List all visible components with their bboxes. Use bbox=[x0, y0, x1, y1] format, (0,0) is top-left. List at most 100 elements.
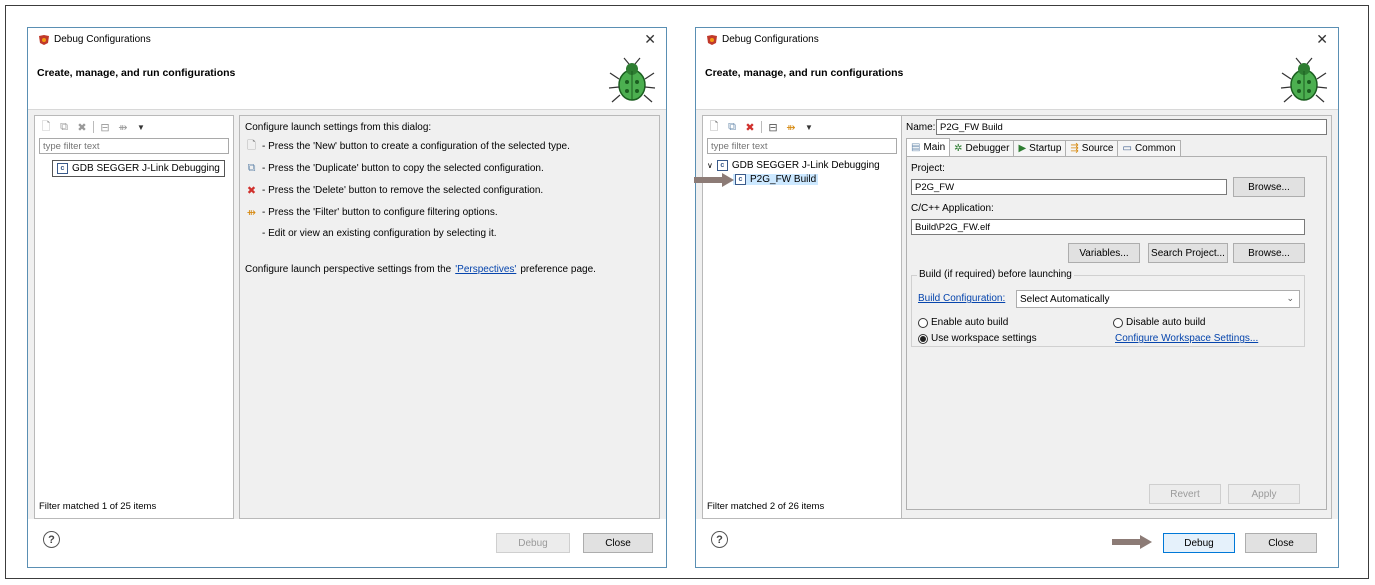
delete-icon[interactable]: ✖ bbox=[743, 120, 757, 134]
perspectives-link[interactable]: 'Perspectives' bbox=[455, 264, 516, 275]
tab-common[interactable]: ▭ Common bbox=[1117, 140, 1181, 156]
info-line-duplicate: ⧉ - Press the 'Duplicate' button to copy… bbox=[245, 162, 544, 175]
help-icon[interactable]: ? bbox=[43, 531, 60, 548]
toolbar-separator bbox=[761, 121, 762, 133]
project-field[interactable]: P2G_FW bbox=[911, 179, 1227, 195]
duplicate-icon[interactable]: ⧉ bbox=[57, 120, 71, 134]
c-config-icon: c bbox=[57, 163, 68, 174]
delete-icon: ✖ bbox=[246, 185, 257, 197]
debug-app-icon bbox=[39, 35, 49, 45]
radio-label: Disable auto build bbox=[1126, 317, 1206, 328]
debug-configurations-dialog-configured: Debug Configurations ✕ Create, manage, a… bbox=[695, 27, 1339, 568]
tab-label: Main bbox=[923, 142, 946, 153]
tree-item-p2g-fw-build[interactable]: c P2G_FW Build bbox=[733, 174, 819, 185]
info-line-filter: ⇻ - Press the 'Filter' button to configu… bbox=[245, 206, 498, 219]
variables-button[interactable]: Variables... bbox=[1068, 243, 1140, 263]
close-button[interactable]: Close bbox=[1245, 533, 1317, 553]
build-configuration-select[interactable]: Select Automatically ⌄ bbox=[1016, 290, 1300, 308]
dropdown-chevron-icon[interactable]: ▼ bbox=[134, 120, 148, 134]
browse-application-button[interactable]: Browse... bbox=[1233, 243, 1305, 263]
tab-label: Debugger bbox=[965, 143, 1010, 154]
new-config-icon[interactable]: 🗋 bbox=[707, 120, 721, 134]
tab-label: Source bbox=[1081, 143, 1114, 154]
filter-status: Filter matched 1 of 25 items bbox=[39, 501, 157, 512]
build-configuration-link[interactable]: Build Configuration: bbox=[918, 293, 1005, 304]
tab-label: Common bbox=[1134, 143, 1176, 154]
tab-debugger[interactable]: ✲ Debugger bbox=[949, 140, 1015, 156]
collapse-all-icon[interactable]: ⊟ bbox=[766, 120, 780, 134]
tree-item-gdb-segger[interactable]: ∨ c GDB SEGGER J-Link Debugging bbox=[707, 160, 880, 171]
dropdown-chevron-icon[interactable]: ▼ bbox=[802, 120, 816, 134]
tab-label: Startup bbox=[1029, 143, 1062, 154]
chevron-down-icon: ⌄ bbox=[1286, 293, 1294, 303]
apply-button[interactable]: Apply bbox=[1228, 484, 1300, 504]
search-project-button[interactable]: Search Project... bbox=[1148, 243, 1228, 263]
filter-input[interactable] bbox=[39, 138, 229, 154]
browse-project-button[interactable]: Browse... bbox=[1233, 177, 1305, 197]
tab-startup[interactable]: ▶ Startup bbox=[1013, 140, 1067, 156]
info-line-text: - Press the 'Duplicate' button to copy t… bbox=[262, 163, 544, 174]
build-group: Build (if required) before launching Bui… bbox=[911, 269, 1305, 347]
tree-item-label: GDB SEGGER J-Link Debugging bbox=[731, 160, 880, 171]
build-group-title: Build (if required) before launching bbox=[917, 269, 1074, 280]
debug-button[interactable]: Debug bbox=[1163, 533, 1235, 553]
banner-title: Create, manage, and run configurations bbox=[37, 67, 236, 79]
application-field[interactable]: Build\P2G_FW.elf bbox=[911, 219, 1305, 235]
disable-auto-build-radio[interactable]: Disable auto build bbox=[1113, 317, 1206, 328]
tree-toolbar: 🗋 ⧉ ✖ ⊟ ⇻ ▼ bbox=[707, 119, 816, 135]
name-field[interactable]: P2G_FW Build bbox=[936, 119, 1327, 135]
banner: Create, manage, and run configurations bbox=[696, 50, 1338, 110]
annotation-arrow-right bbox=[1112, 535, 1152, 549]
toolbar-separator bbox=[93, 121, 94, 133]
project-label: Project: bbox=[911, 163, 945, 174]
chevron-down-icon[interactable]: ∨ bbox=[707, 161, 713, 170]
c-config-icon: c bbox=[716, 160, 728, 171]
banner: Create, manage, and run configurations bbox=[28, 50, 666, 110]
collapse-all-icon[interactable]: ⊟ bbox=[98, 120, 112, 134]
name-label: Name: bbox=[906, 122, 936, 133]
radio-dot bbox=[918, 317, 928, 328]
banner-title: Create, manage, and run configurations bbox=[705, 67, 904, 79]
common-tab-icon: ▭ bbox=[1122, 143, 1132, 154]
new-config-icon[interactable]: 🗋 bbox=[39, 120, 53, 134]
info-line-new: 🗋 - Press the 'New' button to create a c… bbox=[245, 140, 570, 153]
enable-auto-build-radio[interactable]: Enable auto build bbox=[918, 317, 1008, 328]
duplicate-icon[interactable]: ⧉ bbox=[725, 120, 739, 134]
debug-configurations-dialog-empty: Debug Configurations ✕ Create, manage, a… bbox=[27, 27, 667, 568]
debugger-tab-icon: ✲ bbox=[954, 143, 963, 154]
c-config-icon: c bbox=[735, 174, 746, 185]
title-bar: Debug Configurations ✕ bbox=[696, 28, 1338, 50]
close-window-button[interactable]: ✕ bbox=[644, 31, 656, 48]
revert-button[interactable]: Revert bbox=[1149, 484, 1221, 504]
tree-item-gdb-segger[interactable]: c GDB SEGGER J-Link Debugging bbox=[52, 160, 225, 177]
use-workspace-settings-radio[interactable]: Use workspace settings bbox=[918, 333, 1037, 344]
build-configuration-value: Select Automatically bbox=[1020, 293, 1110, 305]
startup-tab-icon: ▶ bbox=[1018, 143, 1027, 154]
tree-toolbar: 🗋 ⧉ ✖ ⊟ ⇻ ▼ bbox=[39, 119, 148, 135]
configure-workspace-settings-link[interactable]: Configure Workspace Settings... bbox=[1115, 333, 1258, 344]
tree-item-label: GDB SEGGER J-Link Debugging bbox=[72, 163, 220, 174]
close-button[interactable]: Close bbox=[583, 533, 653, 553]
duplicate-icon: ⧉ bbox=[247, 162, 256, 174]
filter-input[interactable] bbox=[707, 138, 897, 154]
filter-icon[interactable]: ⇻ bbox=[116, 120, 130, 134]
annotation-arrow-right bbox=[694, 173, 734, 187]
debug-button[interactable]: Debug bbox=[496, 533, 570, 553]
tab-source[interactable]: ⇶ Source bbox=[1065, 140, 1119, 156]
delete-icon[interactable]: ✖ bbox=[75, 120, 89, 134]
dialog-footer: ? Debug Close bbox=[696, 519, 1338, 567]
filter-icon[interactable]: ⇻ bbox=[784, 120, 798, 134]
application-label: C/C++ Application: bbox=[911, 203, 994, 214]
radio-label: Enable auto build bbox=[931, 317, 1009, 328]
close-window-button[interactable]: ✕ bbox=[1316, 31, 1328, 48]
radio-label: Use workspace settings bbox=[931, 333, 1037, 344]
main-tab-icon: ▤ bbox=[911, 142, 921, 153]
info-pane: Configure launch settings from this dial… bbox=[239, 115, 660, 519]
info-perspectives: Configure launch perspective settings fr… bbox=[245, 264, 596, 275]
tab-main[interactable]: ▤ Main bbox=[906, 138, 951, 156]
dialog-footer: ? Debug Close bbox=[28, 519, 666, 567]
info-line-edit: - Edit or view an existing configuration… bbox=[262, 228, 497, 239]
info-intro: Configure launch settings from this dial… bbox=[245, 122, 431, 133]
title-bar: Debug Configurations ✕ bbox=[28, 28, 666, 50]
help-icon[interactable]: ? bbox=[711, 531, 728, 548]
